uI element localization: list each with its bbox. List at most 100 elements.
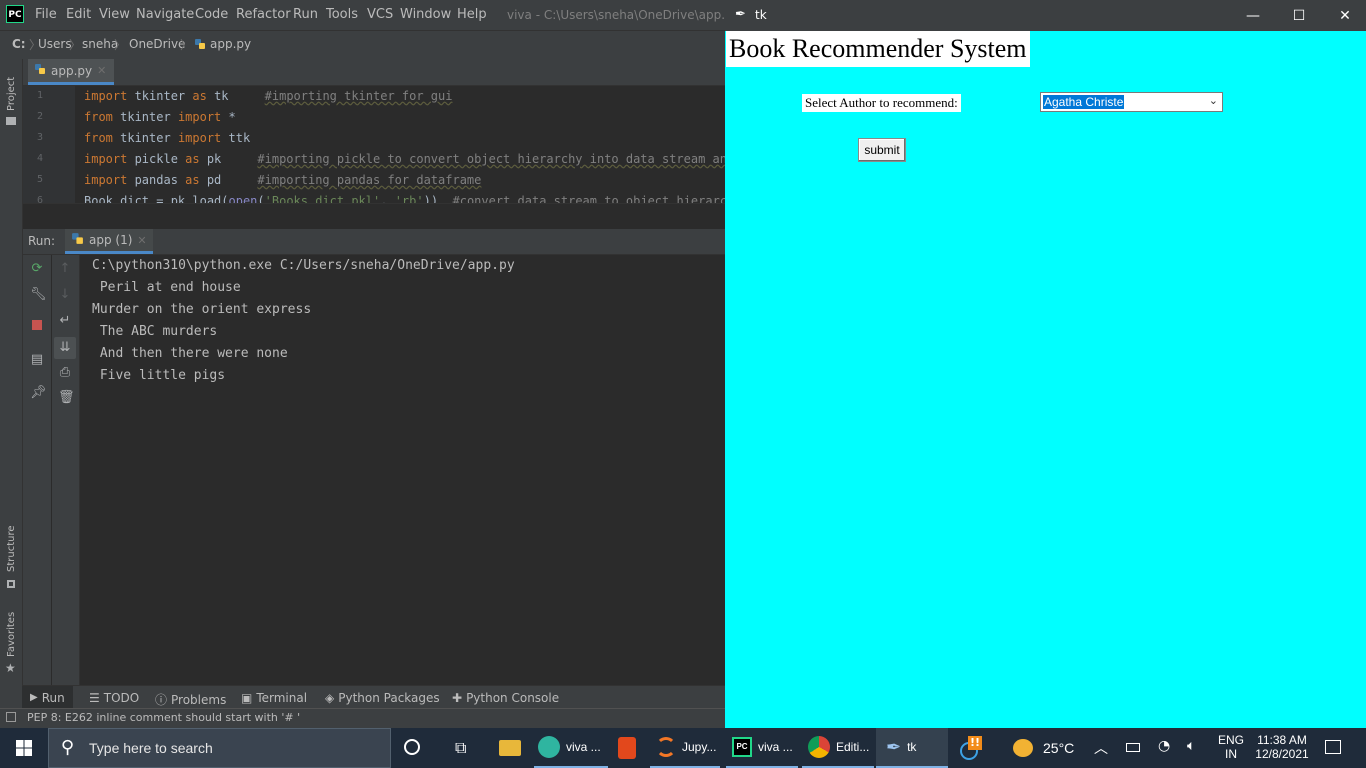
battery-icon[interactable] (1126, 743, 1140, 752)
taskbar-app-label: tk (907, 740, 917, 754)
maximize-icon[interactable]: ☐ (1276, 6, 1322, 26)
taskbar-app-pycharm[interactable]: PC viva ... (726, 728, 798, 768)
speaker-icon[interactable]: 🔈︎ (1187, 738, 1195, 754)
temperature[interactable]: 25°C (1043, 740, 1074, 756)
tool-run[interactable]: ▶ Run (22, 686, 73, 709)
breadcrumb-users[interactable]: Users (38, 37, 72, 51)
status-bar: PEP 8: E262 inline comment should start … (0, 708, 725, 728)
windows-taskbar: ⚲ Type here to search ⧉ viva ... Jupy...… (0, 728, 1366, 768)
console-line: Murder on the orient express (92, 302, 312, 317)
taskbar-app-edge[interactable]: viva ... (534, 728, 608, 768)
author-dropdown[interactable]: Agatha Christe ⌄ (1040, 92, 1223, 112)
trash-icon[interactable]: 🗑︎ (58, 391, 75, 405)
submit-button[interactable]: submit (858, 138, 906, 162)
play-icon: ▶ (30, 692, 38, 703)
menu-file[interactable]: File (35, 7, 57, 22)
tool-terminal[interactable]: ▣ Terminal (241, 691, 307, 705)
region-code: IN (1225, 747, 1237, 761)
menu-view[interactable]: View (99, 7, 130, 22)
tab-run-app[interactable]: app (1) ✕ (65, 229, 153, 254)
run-tool-header: Run: app (1) ✕ (23, 229, 725, 255)
tk-window: ✒ tk — ☐ ✕ Book Recommender System Selec… (725, 0, 1366, 728)
rerun-icon[interactable]: ⟳ (30, 262, 44, 276)
layout-icon[interactable]: ▤ (30, 353, 44, 367)
code-line: import tkinter as tk #importing tkinter … (84, 89, 453, 103)
breadcrumb-separator: 〉 (114, 38, 127, 52)
tool-python-packages[interactable]: ◈ Python Packages (325, 691, 440, 705)
notifications-icon[interactable] (1325, 740, 1341, 754)
menu-vcs[interactable]: VCS (367, 7, 393, 22)
structure-tab-label: Structure (6, 525, 17, 572)
favorites-tool-tab[interactable]: Favorites ★ (4, 609, 18, 677)
menu-edit[interactable]: Edit (66, 7, 91, 22)
arrow-up-icon[interactable]: ↑ (58, 262, 72, 276)
tool-label: Python Packages (338, 691, 440, 705)
chevron-up-icon[interactable]: ︿ (1094, 738, 1108, 758)
line-gutter: 1 2 3 4 5 6 (23, 86, 75, 203)
update-warning-icon[interactable]: !! (958, 736, 982, 760)
console-line: C:\python310\python.exe C:/Users/sneha/O… (92, 258, 515, 273)
close-tab-icon[interactable]: ✕ (97, 64, 106, 77)
taskbar-app-jupyter[interactable]: Jupy... (650, 728, 720, 768)
menu-run[interactable]: Run (293, 7, 318, 22)
menu-tools[interactable]: Tools (326, 7, 358, 22)
code-editor[interactable]: 1 2 3 4 5 6 import tkinter as tk #import… (23, 86, 725, 203)
tool-python-console[interactable]: ✚ Python Console (452, 691, 559, 705)
task-view-icon[interactable]: ⧉ (455, 738, 466, 758)
breadcrumb-file[interactable]: app.py (210, 37, 251, 51)
menu-window[interactable]: Window (400, 7, 451, 22)
taskbar-app-tk[interactable]: ✒ tk (876, 728, 948, 768)
close-icon[interactable]: ✕ (1322, 6, 1366, 26)
taskbar-app-chrome[interactable]: Editi... (802, 728, 874, 768)
status-toggle-icon[interactable] (6, 712, 16, 722)
folder-icon (6, 117, 16, 125)
line-number: 6 (36, 195, 43, 203)
tk-title-bar[interactable]: ✒ tk — ☐ ✕ (725, 0, 1366, 31)
taskbar-app-office[interactable] (612, 728, 644, 768)
taskbar-app-label: viva ... (758, 740, 793, 754)
tool-label: TODO (103, 691, 140, 705)
breadcrumb-sneha[interactable]: sneha (82, 37, 118, 51)
editor-tab-bar: app.py ✕ (23, 59, 725, 86)
panel-splitter[interactable] (23, 203, 725, 230)
python-file-icon (194, 38, 206, 50)
edge-icon (538, 736, 560, 758)
project-tool-tab[interactable]: Project (4, 69, 18, 125)
tool-todo[interactable]: ☰ TODO (89, 691, 139, 705)
arrow-down-icon[interactable]: ↓ (58, 288, 72, 302)
author-selected-value: Agatha Christe (1043, 95, 1125, 109)
menu-navigate[interactable]: Navigate (136, 7, 194, 22)
cortana-icon[interactable] (404, 739, 420, 755)
menu-refactor[interactable]: Refactor (236, 7, 291, 22)
soft-wrap-icon[interactable]: ↵ (58, 314, 72, 328)
close-run-tab-icon[interactable]: ✕ (137, 234, 146, 247)
breadcrumb-separator: 〉 (180, 38, 193, 52)
structure-tool-tab[interactable]: Structure (4, 524, 18, 592)
clock-time: 11:38 AM (1257, 733, 1307, 747)
list-icon: ☰ (89, 691, 100, 705)
run-console[interactable]: C:\python310\python.exe C:/Users/sneha/O… (80, 255, 725, 685)
tool-problems[interactable]: ⓘ Problems (155, 691, 226, 708)
file-explorer-icon[interactable] (499, 740, 521, 756)
wrench-icon[interactable]: 🔧︎ (30, 288, 47, 302)
language-indicator[interactable]: ENG IN (1214, 733, 1248, 761)
project-tab-label: Project (6, 76, 17, 111)
breadcrumb-onedrive[interactable]: OneDrive (129, 37, 185, 51)
structure-icon (7, 580, 15, 588)
weather-icon[interactable] (1013, 739, 1033, 757)
stop-icon[interactable] (30, 320, 44, 334)
menu-code[interactable]: Code (195, 7, 228, 22)
start-button[interactable] (0, 728, 48, 768)
taskbar-search-box[interactable]: ⚲ Type here to search (48, 728, 391, 768)
tab-app-py[interactable]: app.py ✕ (28, 59, 115, 85)
pin-icon[interactable]: 📌︎ (30, 386, 47, 400)
breadcrumb-drive[interactable]: C: (12, 37, 26, 51)
tk-window-title: tk (755, 8, 767, 22)
scroll-to-end-icon[interactable]: ⇊ (54, 337, 76, 359)
minimize-icon[interactable]: — (1230, 6, 1276, 26)
clock[interactable]: 11:38 AM 12/8/2021 (1250, 733, 1314, 761)
chevron-down-icon[interactable]: ⌄ (1209, 94, 1218, 107)
menu-help[interactable]: Help (457, 7, 487, 22)
print-icon[interactable]: ⎙ (58, 366, 72, 380)
wifi-icon[interactable]: ◔ (1158, 738, 1170, 754)
